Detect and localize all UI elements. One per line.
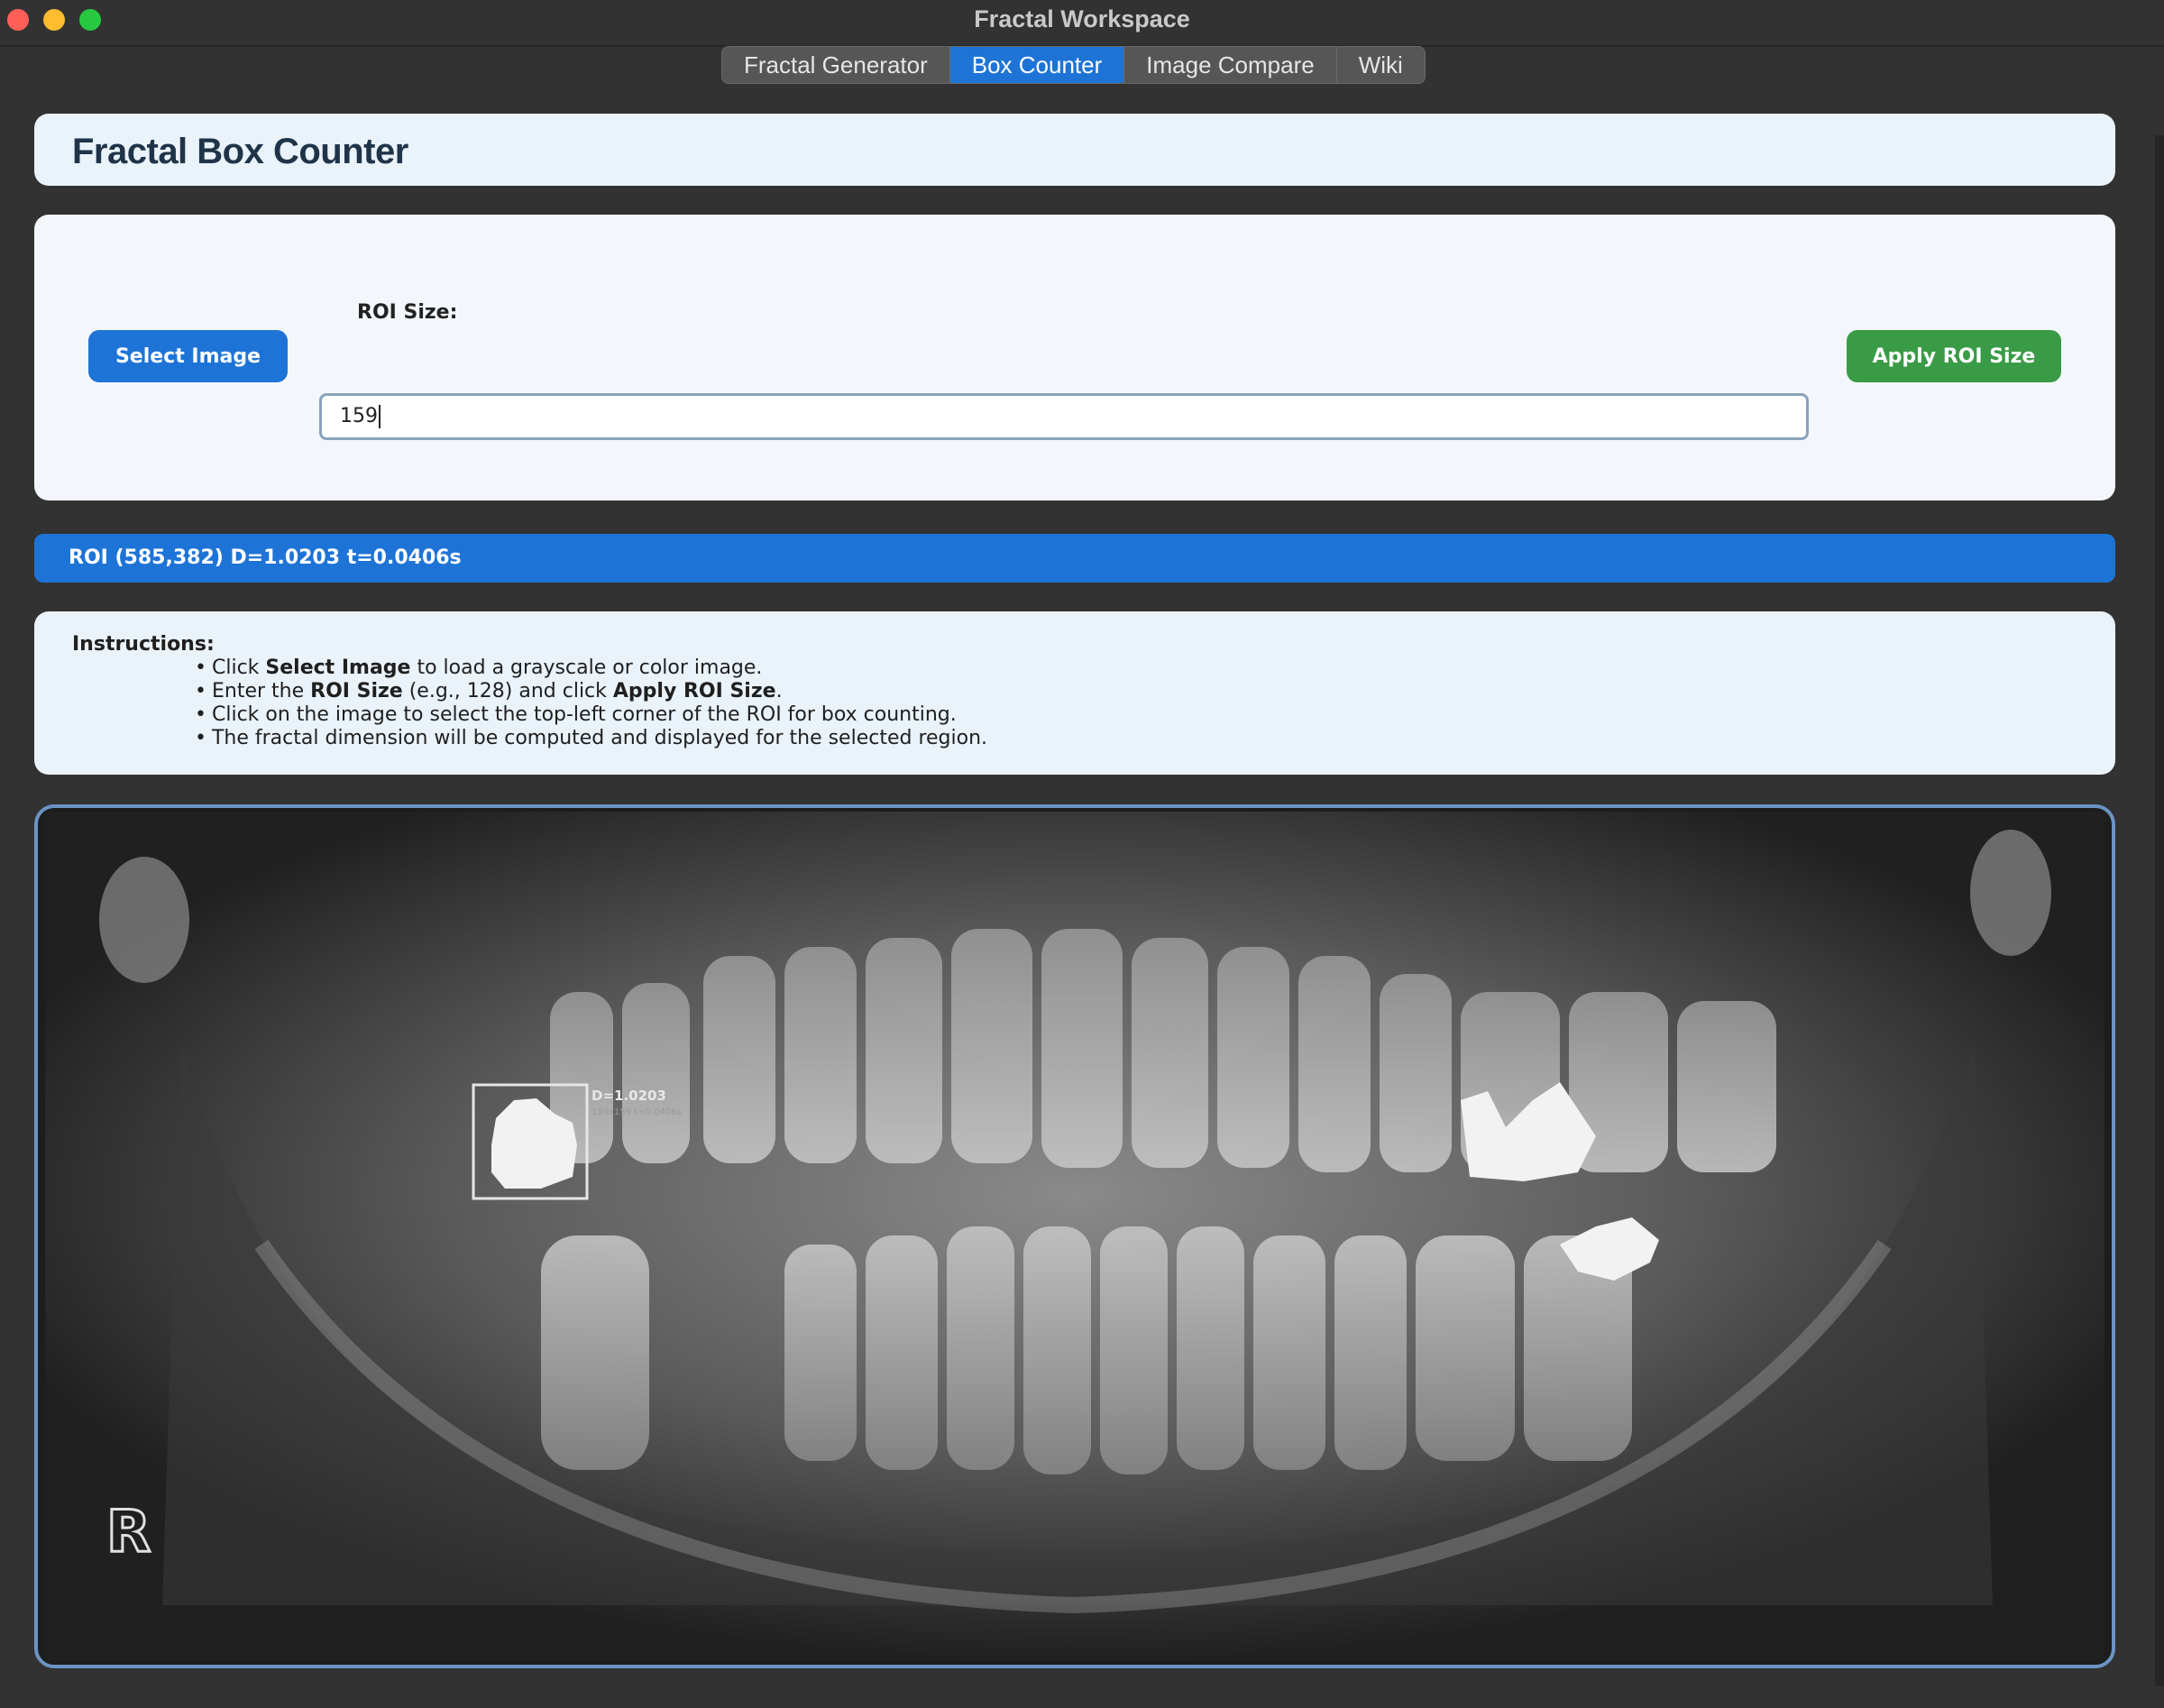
right-condyle bbox=[1970, 830, 2051, 956]
roi-size-input[interactable]: 159 bbox=[319, 393, 1809, 440]
tab-bar: Fractal Generator Box Counter Image Comp… bbox=[721, 46, 1426, 84]
instructions-panel: Instructions: Click Select Image to load… bbox=[34, 611, 2115, 775]
instruction-item: Enter the ROI Size (e.g., 128) and click… bbox=[195, 680, 987, 703]
page-title: Fractal Box Counter bbox=[72, 132, 408, 171]
window-edge bbox=[2155, 135, 2164, 1686]
left-condyle bbox=[99, 857, 189, 983]
image-canvas[interactable]: D=1.0203 159x159 t=0.0406s R bbox=[34, 804, 2115, 1668]
roi-size-label: ROI Size: bbox=[357, 301, 458, 324]
instruction-item: Click Select Image to load a grayscale o… bbox=[195, 657, 987, 680]
instruction-item: The fractal dimension will be computed a… bbox=[195, 727, 987, 750]
text-caret bbox=[379, 405, 381, 428]
window-titlebar: Fractal Workspace bbox=[0, 0, 2164, 47]
roi-size-value: 159 bbox=[340, 405, 378, 427]
roi-size-sublabel: 159x159 t=0.0406s bbox=[591, 1107, 682, 1117]
roi-dimension-label: D=1.0203 bbox=[591, 1088, 666, 1104]
tab-wiki[interactable]: Wiki bbox=[1337, 47, 1425, 83]
tab-fractal-generator[interactable]: Fractal Generator bbox=[722, 47, 950, 83]
tab-box-counter[interactable]: Box Counter bbox=[949, 47, 1125, 83]
status-bar: ROI (585,382) D=1.0203 t=0.0406s bbox=[34, 534, 2115, 583]
window-title: Fractal Workspace bbox=[974, 5, 1190, 32]
select-image-button[interactable]: Select Image bbox=[88, 330, 288, 382]
controls-panel: Select Image ROI Size: 159 Apply ROI Siz… bbox=[34, 215, 2115, 500]
header-panel: Fractal Box Counter bbox=[34, 114, 2115, 186]
apply-roi-size-button[interactable]: Apply ROI Size bbox=[1847, 330, 2061, 382]
instruction-item: Click on the image to select the top-lef… bbox=[195, 703, 987, 727]
instructions-list: Click Select Image to load a grayscale o… bbox=[195, 657, 987, 750]
instructions-title: Instructions: bbox=[72, 633, 215, 656]
tab-image-compare[interactable]: Image Compare bbox=[1124, 47, 1337, 83]
xray-image[interactable]: D=1.0203 159x159 t=0.0406s R bbox=[45, 812, 2104, 1661]
side-marker-r: R bbox=[106, 1499, 151, 1566]
